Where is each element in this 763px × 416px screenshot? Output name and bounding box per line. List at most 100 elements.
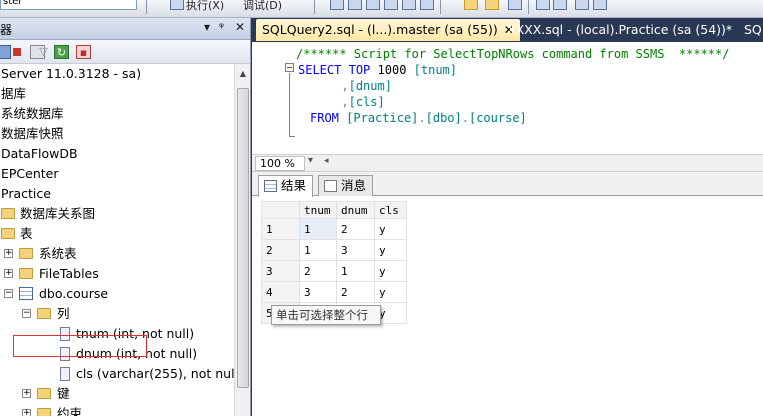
tree-node-system-databases[interactable]: 系统数据库: [0, 104, 234, 124]
execute-icon[interactable]: [170, 0, 184, 10]
tree-node-dataflowdb[interactable]: DataFlowDB: [0, 144, 234, 164]
code-line-3: ,[dnum]: [298, 78, 392, 94]
tree-node-snapshots[interactable]: 数据库快照: [0, 124, 234, 144]
debug-button[interactable]: 调试(D): [243, 0, 282, 13]
grid-cell[interactable]: y: [374, 281, 407, 303]
row-header[interactable]: 2: [261, 239, 300, 261]
tree-node-columns[interactable]: − 列: [0, 304, 234, 324]
grid-corner[interactable]: [261, 201, 300, 219]
collapse-icon[interactable]: −: [285, 63, 294, 72]
code-line-2: SELECT TOP 1000 [tnum]: [298, 62, 457, 78]
tab-messages[interactable]: 消息: [318, 175, 374, 196]
grid-cell[interactable]: 1: [299, 239, 337, 261]
filter-icon[interactable]: ▽: [36, 45, 51, 59]
table-row[interactable]: 4 3 2 y: [261, 281, 407, 303]
grid-cell[interactable]: 3: [299, 281, 337, 303]
tree-node-label: 约束: [57, 406, 83, 416]
collapse-icon[interactable]: −: [4, 289, 13, 298]
grid-cell[interactable]: y: [374, 260, 407, 282]
results-to-text-icon[interactable]: [464, 0, 478, 10]
row-header[interactable]: 3: [261, 260, 300, 282]
tree-node-label: Practice: [1, 186, 51, 201]
scroll-left-icon[interactable]: ◂: [324, 156, 329, 166]
refresh-icon[interactable]: ↻: [54, 45, 69, 59]
tree-node-epcenter[interactable]: EPCenter: [0, 164, 234, 184]
results-to-grid-icon[interactable]: [485, 0, 499, 10]
collapse-icon[interactable]: −: [22, 309, 31, 318]
scroll-up-icon[interactable]: ▲: [235, 66, 250, 82]
folder-icon: [37, 308, 51, 319]
expand-icon[interactable]: +: [22, 389, 31, 398]
column-header[interactable]: cls: [374, 201, 407, 219]
tab-label: SQ: [744, 22, 762, 37]
tree-node-keys[interactable]: + 键: [0, 384, 234, 404]
tree-node-filetables[interactable]: + FileTables: [0, 264, 234, 284]
tree-node-tables[interactable]: 表: [0, 224, 234, 244]
tree-node-label: dbo.course: [39, 286, 109, 301]
results-to-file-icon[interactable]: [508, 0, 522, 10]
parse-icon[interactable]: [348, 0, 362, 10]
tree-node-databases[interactable]: 据库: [0, 84, 234, 104]
outdent-icon[interactable]: [575, 0, 589, 10]
tree-node-label: FileTables: [39, 266, 99, 281]
tree-node-system-tables[interactable]: + 系统表: [0, 244, 234, 264]
tab-sq[interactable]: SQ: [738, 19, 763, 41]
check-icon[interactable]: [330, 0, 344, 10]
tree-node-server[interactable]: Server 11.0.3128 - sa): [0, 64, 234, 84]
object-explorer-tree: Server 11.0.3128 - sa) 据库 系统数据库 数据库快照 Da…: [0, 64, 234, 416]
row-header[interactable]: 1: [261, 218, 300, 240]
main-toolbar: ster 执行(X) 调试(D): [0, 0, 763, 18]
uncomment-icon[interactable]: [553, 0, 567, 10]
tree-node-constraints[interactable]: + 约束: [0, 404, 234, 416]
grid-cell[interactable]: 1: [299, 218, 337, 240]
grid-cell[interactable]: 2: [336, 218, 375, 240]
pin-icon[interactable]: ᵠ: [219, 20, 224, 34]
column-header[interactable]: tnum: [299, 201, 337, 219]
expand-icon[interactable]: +: [22, 409, 31, 416]
scrollbar-thumb[interactable]: [237, 88, 249, 388]
plan-icon[interactable]: [384, 0, 398, 10]
column-icon: [60, 367, 70, 381]
code-comma: ,: [341, 79, 349, 93]
chevron-down-icon[interactable]: ▾: [308, 155, 313, 166]
grid-cell[interactable]: y: [374, 218, 407, 240]
table-row[interactable]: 2 1 3 y: [261, 239, 407, 261]
dropdown-icon[interactable]: ▾: [204, 20, 210, 34]
execute-button[interactable]: 执行(X): [186, 0, 224, 13]
connect-icon[interactable]: [0, 45, 11, 59]
column-header[interactable]: dnum: [336, 201, 375, 219]
intellisense-icon[interactable]: [420, 0, 434, 10]
expand-icon[interactable]: +: [4, 269, 13, 278]
grid-cell[interactable]: 2: [336, 281, 375, 303]
grid-cell[interactable]: y: [374, 239, 407, 261]
row-header[interactable]: 4: [261, 281, 300, 303]
grid-cell[interactable]: 2: [299, 260, 337, 282]
tree-node-column-cls[interactable]: cls (varchar(255), not null): [0, 364, 234, 384]
indent-icon[interactable]: [593, 0, 607, 10]
table-row[interactable]: 3 2 1 y: [261, 260, 407, 282]
grid-cell[interactable]: 3: [336, 239, 375, 261]
zoom-select[interactable]: 100 %: [255, 156, 305, 171]
tree-node-dbo-course[interactable]: − dbo.course: [0, 284, 234, 304]
tree-node-label: 列: [57, 306, 70, 321]
disconnect-icon[interactable]: [13, 48, 21, 56]
database-combo[interactable]: ster: [0, 0, 137, 10]
tree-node-practice[interactable]: Practice: [0, 184, 234, 204]
tree-node-label: 表: [20, 226, 33, 241]
tree-node-diagrams[interactable]: 数据库关系图: [0, 204, 234, 224]
query-options-icon[interactable]: [402, 0, 416, 10]
sql-editor[interactable]: − /****** Script for SelectTopNRows comm…: [252, 42, 763, 154]
tab-sqlquery2[interactable]: SQLQuery2.sql - (l...).master (sa (55)) ✕: [256, 19, 520, 41]
tab-xxxx[interactable]: XXXX.sql - (local).Practice (sa (54))*: [501, 19, 738, 41]
activity-monitor-icon[interactable]: ▪: [76, 45, 91, 59]
tree-node-label: Server 11.0.3128 - sa): [1, 66, 142, 81]
grid-cell[interactable]: 1: [336, 260, 375, 282]
close-icon[interactable]: ✕: [235, 20, 245, 34]
comment-icon[interactable]: [536, 0, 550, 10]
tab-results[interactable]: 结果: [258, 175, 314, 197]
code-identifier: [dnum]: [348, 79, 392, 93]
expand-icon[interactable]: +: [4, 249, 13, 258]
cancel-query-icon[interactable]: [366, 0, 380, 10]
tree-scrollbar[interactable]: ▲: [234, 64, 250, 416]
table-row[interactable]: 1 1 2 y: [261, 218, 407, 240]
